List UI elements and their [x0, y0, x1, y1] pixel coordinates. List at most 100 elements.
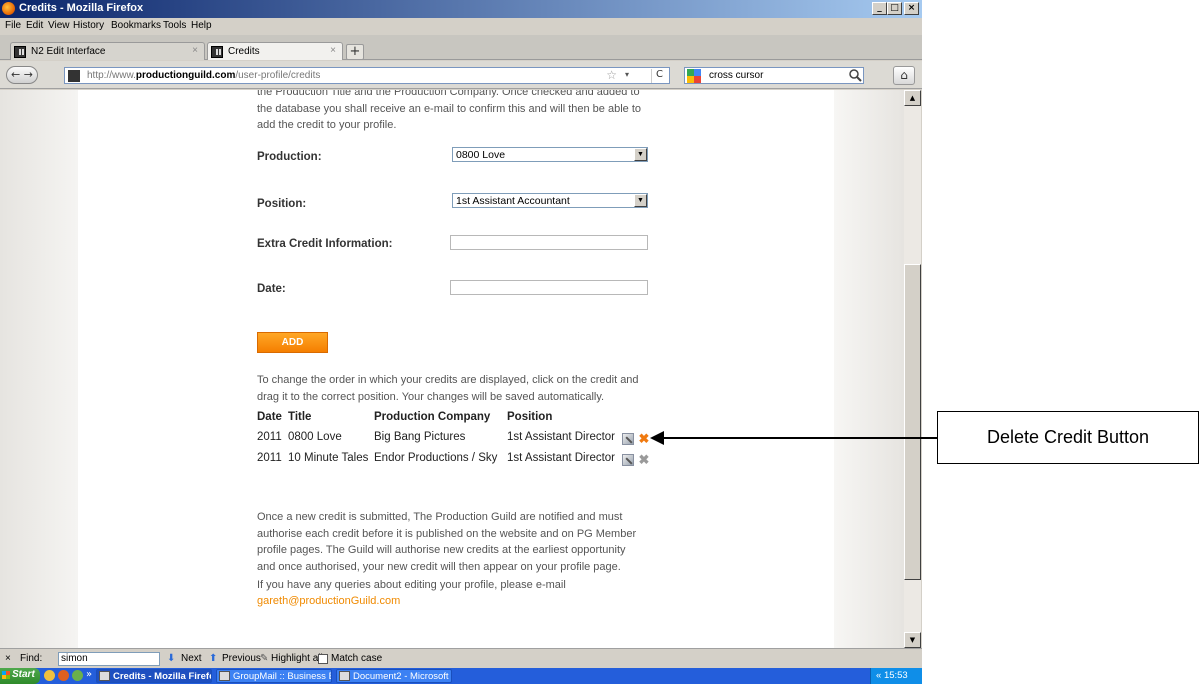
maximize-button[interactable]: □ [887, 2, 902, 15]
url-text: http://www.productionguild.com/user-prof… [87, 70, 321, 81]
start-button[interactable]: Start [0, 668, 40, 684]
find-previous-button[interactable]: Previous [222, 653, 261, 664]
extra-credit-input[interactable] [450, 235, 648, 250]
tab-label: Credits [228, 46, 260, 57]
annotation-callout: Delete Credit Button [937, 411, 1199, 464]
delete-credit-icon[interactable]: ✖ [638, 432, 650, 445]
column-header-title: Title [288, 411, 312, 423]
tab-n2-edit-interface[interactable]: N2 Edit Interface × [10, 42, 205, 60]
url-dropdown-icon[interactable]: ▾ [625, 70, 629, 79]
position-select[interactable]: 1st Assistant Accountant ▼ [452, 193, 648, 208]
production-selected-value: 0800 Love [456, 149, 506, 161]
task-groupmail[interactable]: GroupMail :: Business Edi... [216, 669, 332, 683]
highlight-all-button[interactable]: Highlight all [271, 653, 323, 664]
quick-launch-icon[interactable] [72, 670, 83, 681]
menu-view[interactable]: View [48, 20, 70, 31]
tab-bar: N2 Edit Interface × Credits × [0, 35, 922, 60]
arrow-up-icon: ⬆ [209, 653, 218, 664]
search-input[interactable]: cross cursor [709, 70, 763, 81]
menu-help[interactable]: Help [191, 20, 212, 31]
delete-credit-icon[interactable]: ✖ [638, 453, 650, 466]
add-credit-button[interactable]: ADD [257, 332, 328, 353]
position-selected-value: 1st Assistant Accountant [456, 195, 570, 207]
search-icon[interactable] [847, 67, 865, 84]
menu-history[interactable]: History [73, 20, 104, 31]
column-header-date: Date [257, 411, 282, 423]
scroll-thumb[interactable] [904, 264, 921, 580]
find-label: Find: [20, 653, 43, 664]
menu-edit[interactable]: Edit [26, 20, 43, 31]
match-case-checkbox[interactable] [318, 654, 328, 664]
left-column [78, 90, 232, 648]
extra-credit-label: Extra Credit Information: [257, 238, 393, 250]
menu-file[interactable]: File [5, 20, 21, 31]
row-title: 10 Minute Tales [288, 452, 369, 464]
row-date: 2011 [257, 452, 282, 464]
scroll-down-button[interactable]: ▼ [904, 632, 921, 648]
annotation-arrow-line [663, 437, 937, 439]
page-icon [211, 46, 223, 58]
row-company: Big Bang Pictures [374, 431, 466, 443]
minimize-button[interactable]: _ [872, 2, 887, 15]
email-link[interactable]: gareth@productionGuild.com [257, 595, 400, 607]
scroll-up-button[interactable]: ▲ [904, 90, 921, 106]
search-bar[interactable]: cross cursor [684, 67, 864, 84]
task-word-document[interactable]: Document2 - Microsoft ... [336, 669, 452, 683]
task-firefox[interactable]: Credits - Mozilla Firefox [96, 669, 212, 683]
row-position: 1st Assistant Director [507, 431, 616, 443]
date-input[interactable] [450, 280, 648, 295]
taskbar: Start » Credits - Mozilla Firefox GroupM… [0, 668, 922, 684]
quick-launch-icon[interactable] [44, 670, 55, 681]
row-company: Endor Productions / Sky [374, 452, 498, 464]
arrow-down-icon: ⬇ [167, 653, 176, 664]
title-bar: Credits - Mozilla Firefox _ □ × [0, 0, 922, 18]
system-tray: « 15:53 [870, 668, 922, 684]
left-gutter [0, 90, 78, 648]
tray-chevron[interactable]: « [876, 670, 881, 681]
close-find-icon[interactable]: × [5, 653, 11, 664]
close-window-button[interactable]: × [904, 2, 919, 15]
position-label: Position: [257, 198, 307, 210]
firefox-quick-launch-icon[interactable] [58, 670, 69, 681]
find-next-button[interactable]: Next [181, 653, 202, 664]
word-icon [339, 671, 350, 681]
quick-launch-chevron[interactable]: » [86, 669, 92, 680]
reload-icon[interactable]: C [651, 69, 667, 83]
tab-label: N2 Edit Interface [31, 46, 106, 57]
new-tab-button[interactable]: + [346, 44, 364, 60]
find-bar: × Find: simon ⬇ Next ⬆ Previous ✎ Highli… [0, 648, 922, 668]
chevron-down-icon[interactable]: ▼ [634, 148, 647, 161]
home-button[interactable]: ⌂ [893, 66, 915, 85]
query-text: If you have any queries about editing yo… [257, 579, 566, 591]
production-label: Production: [257, 151, 322, 163]
site-identity-icon[interactable] [68, 70, 80, 82]
menu-bookmarks[interactable]: Bookmarks [111, 20, 161, 31]
window-title: Credits - Mozilla Firefox [19, 2, 144, 14]
firefox-icon [99, 671, 110, 681]
tab-credits[interactable]: Credits × [207, 42, 343, 60]
groupmail-icon [219, 671, 230, 681]
column-header-position: Position [507, 411, 553, 423]
match-case-label: Match case [331, 653, 383, 664]
row-position: 1st Assistant Director [507, 452, 616, 464]
back-forward-button[interactable]: ← → [6, 66, 38, 84]
chevron-down-icon[interactable]: ▼ [634, 194, 647, 207]
vertical-scrollbar[interactable]: ▲ ▼ [904, 90, 921, 648]
edit-credit-icon[interactable] [622, 454, 634, 466]
bookmark-star-icon[interactable]: ☆ [606, 68, 617, 82]
column-header-company: Production Company [374, 411, 491, 423]
date-label: Date: [257, 283, 286, 295]
find-input[interactable]: simon [58, 652, 160, 666]
google-search-engine-icon[interactable] [687, 69, 701, 83]
row-date: 2011 [257, 431, 282, 443]
order-instructions: To change the order in which your credit… [257, 374, 639, 403]
url-bar[interactable]: http://www.productionguild.com/user-prof… [64, 67, 670, 84]
intro-text: the Production Title and the Production … [257, 90, 641, 131]
menu-tools[interactable]: Tools [163, 20, 186, 31]
edit-credit-icon[interactable] [622, 433, 634, 445]
production-select[interactable]: 0800 Love ▼ [452, 147, 648, 162]
close-tab-icon[interactable]: × [192, 45, 198, 56]
annotation-arrow-head [650, 431, 664, 445]
firefox-icon [2, 2, 15, 15]
close-tab-icon[interactable]: × [330, 45, 336, 56]
